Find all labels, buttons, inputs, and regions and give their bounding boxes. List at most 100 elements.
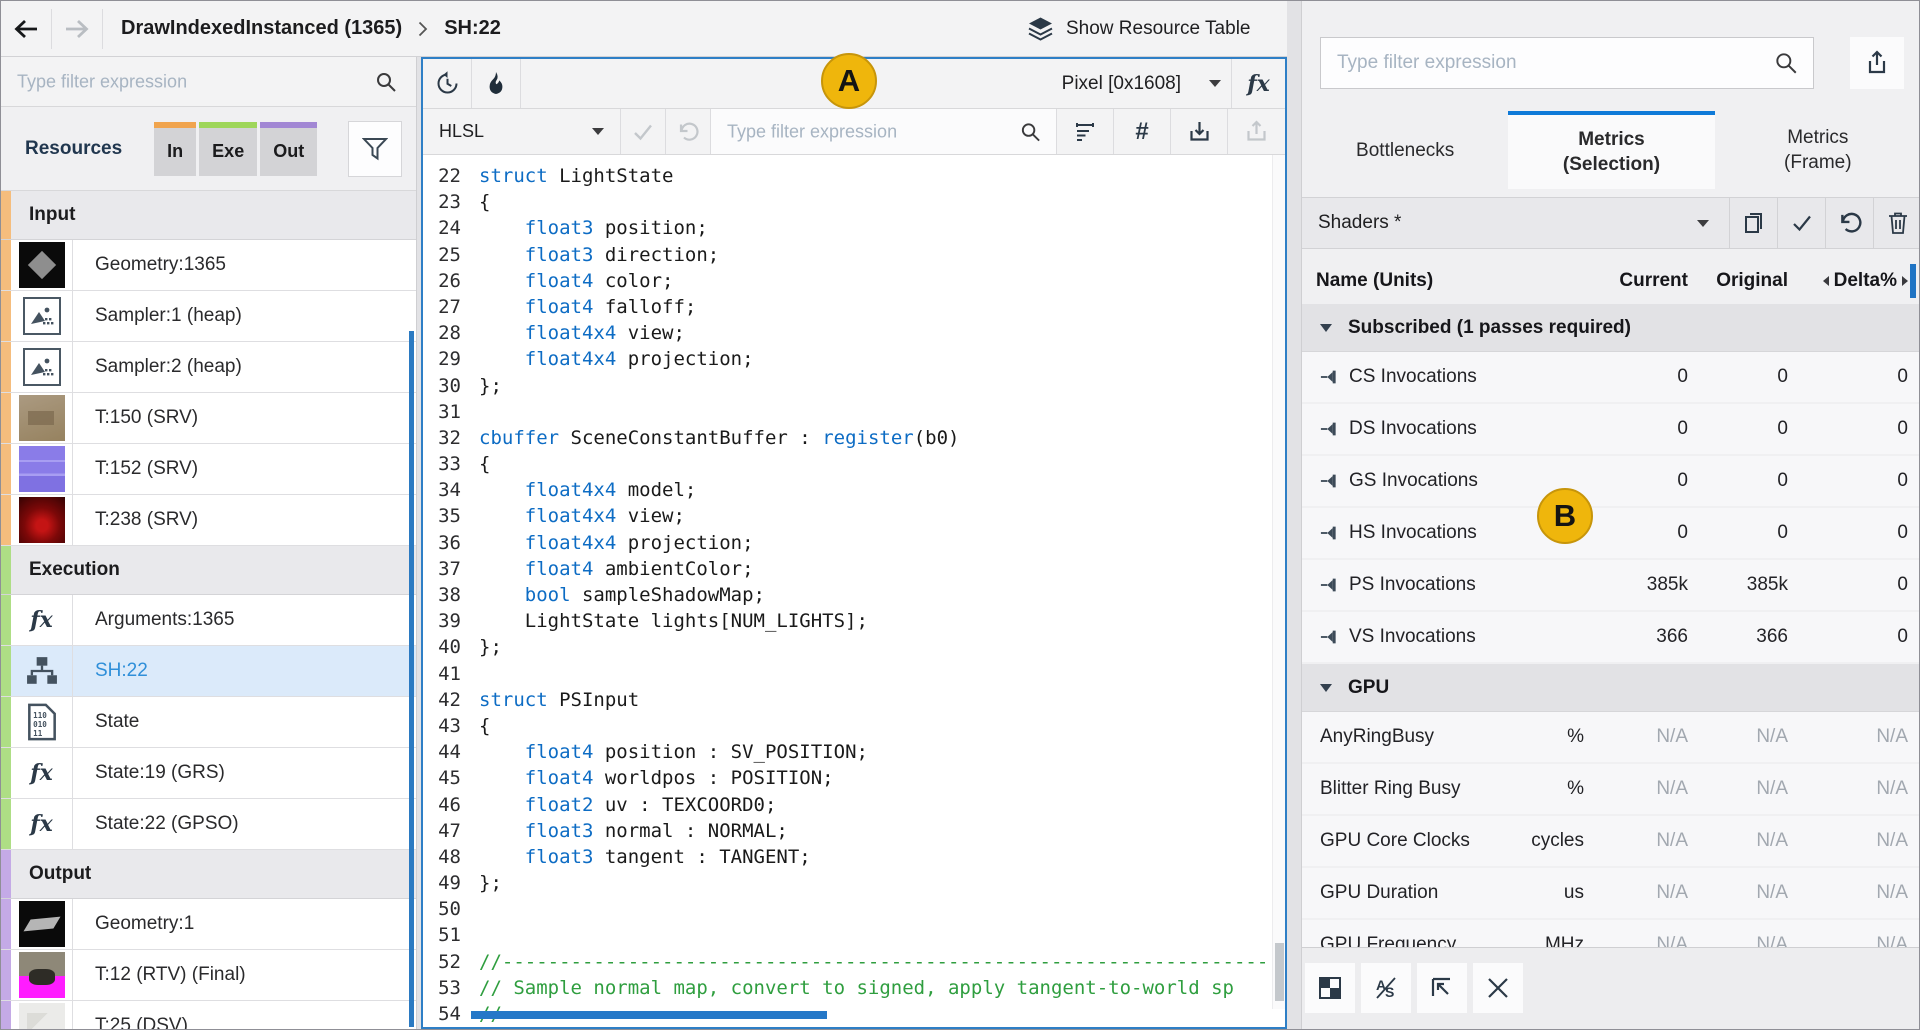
metric-row[interactable]: AnyRingBusy%N/AN/AN/A — [1302, 712, 1920, 764]
metrics-table-header: Name (Units) Current Original Delta% — [1302, 259, 1920, 303]
code-line: 41 — [423, 661, 1271, 687]
col-current[interactable]: Current — [1584, 270, 1688, 292]
apply-metrics-button[interactable] — [1777, 198, 1825, 248]
metric-row[interactable]: VS Invocations3663660 — [1302, 612, 1920, 664]
show-resource-table-button[interactable]: Show Resource Table — [1013, 6, 1264, 52]
metrics-filter-input[interactable]: Type filter expression — [1320, 37, 1814, 89]
resource-item[interactable]: 11001011State — [1, 697, 416, 748]
edit-shader-button[interactable]: fx — [1231, 59, 1285, 108]
revert-button[interactable] — [666, 109, 711, 154]
col-delta[interactable]: Delta% — [1788, 270, 1908, 292]
toggle-contrast-button[interactable] — [1305, 963, 1355, 1013]
metric-row[interactable]: PS Invocations385k385k0 — [1302, 560, 1920, 612]
format-button[interactable] — [1057, 109, 1114, 154]
resources-filter-input[interactable]: Type filter expression — [1, 57, 416, 107]
resource-filter-in-button[interactable]: In — [154, 122, 196, 176]
code-hscrollbar-thumb[interactable] — [471, 1011, 827, 1019]
metric-row[interactable]: Blitter Ring Busy%N/AN/AN/A — [1302, 764, 1920, 816]
metric-row[interactable]: CS Invocations000 — [1302, 352, 1920, 404]
resource-item[interactable]: fxState:19 (GRS) — [1, 748, 416, 799]
shader-stage-select[interactable]: Pixel [0x1608] — [1062, 59, 1221, 108]
chevron-down-icon — [1697, 220, 1709, 227]
apply-button[interactable] — [621, 109, 666, 154]
resource-item[interactable]: fxState:22 (GPSO) — [1, 799, 416, 850]
forward-button[interactable] — [52, 6, 102, 52]
metric-row[interactable]: HS Invocations000 — [1302, 508, 1920, 560]
metric-row[interactable]: DS Invocations000 — [1302, 404, 1920, 456]
resource-group-header-input[interactable]: Input — [1, 191, 416, 240]
language-select[interactable]: HLSL — [423, 109, 621, 154]
breadcrumb-shader[interactable]: SH:22 — [444, 17, 501, 40]
tab-metrics-selection[interactable]: Metrics (Selection) — [1508, 111, 1714, 189]
resource-filter-exe-button[interactable]: Exe — [199, 122, 257, 176]
resource-item[interactable]: T:238 (SRV) — [1, 495, 416, 546]
breadcrumb: DrawIndexedInstanced (1365) SH:22 — [121, 17, 501, 40]
resource-filter-funnel-button[interactable] — [348, 121, 402, 177]
line-numbers-button[interactable]: # — [1114, 109, 1171, 154]
metric-row[interactable]: GPU FrequencyMHzN/AN/AN/A — [1302, 920, 1920, 947]
flame-icon — [484, 71, 508, 97]
metric-row[interactable]: GPU Core ClockscyclesN/AN/AN/A — [1302, 816, 1920, 868]
metric-current: N/A — [1584, 726, 1688, 748]
resource-item[interactable]: T:152 (SRV) — [1, 444, 416, 495]
resource-item[interactable]: Geometry:1365 — [1, 240, 416, 291]
resource-item[interactable]: Geometry:1 — [1, 899, 416, 950]
code-line: 43{ — [423, 713, 1271, 739]
code-text: float4 color; — [479, 268, 673, 294]
history-button[interactable] — [423, 59, 472, 108]
metric-original: N/A — [1688, 882, 1788, 904]
back-button[interactable] — [1, 6, 51, 52]
line-number: 25 — [423, 242, 479, 268]
reset-metrics-button[interactable] — [1825, 198, 1873, 248]
breadcrumb-event[interactable]: DrawIndexedInstanced (1365) — [121, 17, 402, 40]
download-shader-button[interactable] — [1171, 109, 1228, 154]
code-line: 29 float4x4 projection; — [423, 346, 1271, 372]
toggle-aliases-button[interactable]: A S — [1361, 963, 1411, 1013]
line-number: 45 — [423, 765, 479, 791]
upload-shader-button[interactable] — [1228, 109, 1285, 154]
metric-group-header[interactable]: Subscribed (1 passes required) — [1302, 304, 1920, 352]
close-panel-button[interactable] — [1473, 963, 1523, 1013]
code-vscrollbar[interactable] — [1272, 155, 1285, 1009]
resource-item[interactable]: Sampler:2 (heap) — [1, 342, 416, 393]
resource-item[interactable]: Sampler:1 (heap) — [1, 291, 416, 342]
code-vscrollbar-thumb[interactable] — [1275, 943, 1284, 1001]
resource-group-header-output[interactable]: Output — [1, 850, 416, 899]
hot-path-button[interactable] — [472, 59, 521, 108]
export-metrics-button[interactable] — [1850, 37, 1904, 89]
tab-metrics-frame[interactable]: Metrics (Frame) — [1715, 111, 1920, 189]
line-number: 40 — [423, 634, 479, 660]
code-filter-input[interactable]: Type filter expression — [711, 109, 1057, 154]
language-value: HLSL — [439, 121, 484, 142]
resource-item[interactable]: T:25 (DSV) — [1, 1001, 416, 1030]
metric-group-header[interactable]: GPU — [1302, 664, 1920, 712]
resource-item[interactable]: fxArguments:1365 — [1, 595, 416, 646]
arrow-left-icon — [1823, 276, 1829, 286]
code-text: // Sample normal map, convert to signed,… — [479, 975, 1234, 1001]
resource-group-header-execution[interactable]: Execution — [1, 546, 416, 595]
metric-name: AnyRingBusy — [1316, 726, 1504, 748]
left-scrollbar-thumb[interactable] — [409, 331, 414, 1027]
resource-item[interactable]: T:150 (SRV) — [1, 393, 416, 444]
metric-delta: N/A — [1788, 726, 1908, 748]
col-original[interactable]: Original — [1688, 270, 1788, 292]
col-name-units[interactable]: Name (Units) — [1316, 270, 1584, 292]
resource-item[interactable]: T:12 (RTV) (Final) — [1, 950, 416, 1001]
tab-bottlenecks[interactable]: Bottlenecks — [1302, 111, 1508, 189]
metric-row[interactable]: GPU DurationusN/AN/AN/A — [1302, 868, 1920, 920]
delete-metrics-button[interactable] — [1873, 198, 1920, 248]
resource-filter-out-button[interactable]: Out — [260, 122, 317, 176]
code-editor[interactable]: 22struct LightState23{24 float3 position… — [423, 155, 1271, 1027]
code-line: 34 float4x4 model; — [423, 477, 1271, 503]
line-number: 50 — [423, 896, 479, 922]
line-number: 49 — [423, 870, 479, 896]
metrics-preset-row: Shaders * — [1302, 197, 1920, 249]
preset-select[interactable]: Shaders * — [1302, 198, 1729, 248]
collapse-panel-button[interactable] — [1417, 963, 1467, 1013]
metric-unit: cycles — [1504, 830, 1584, 852]
group-stripe — [1, 191, 11, 239]
resource-item[interactable]: SH:22 — [1, 646, 416, 697]
filter-button-label: Out — [273, 141, 304, 162]
metric-row[interactable]: GS Invocations000 — [1302, 456, 1920, 508]
copy-metrics-button[interactable] — [1729, 198, 1777, 248]
